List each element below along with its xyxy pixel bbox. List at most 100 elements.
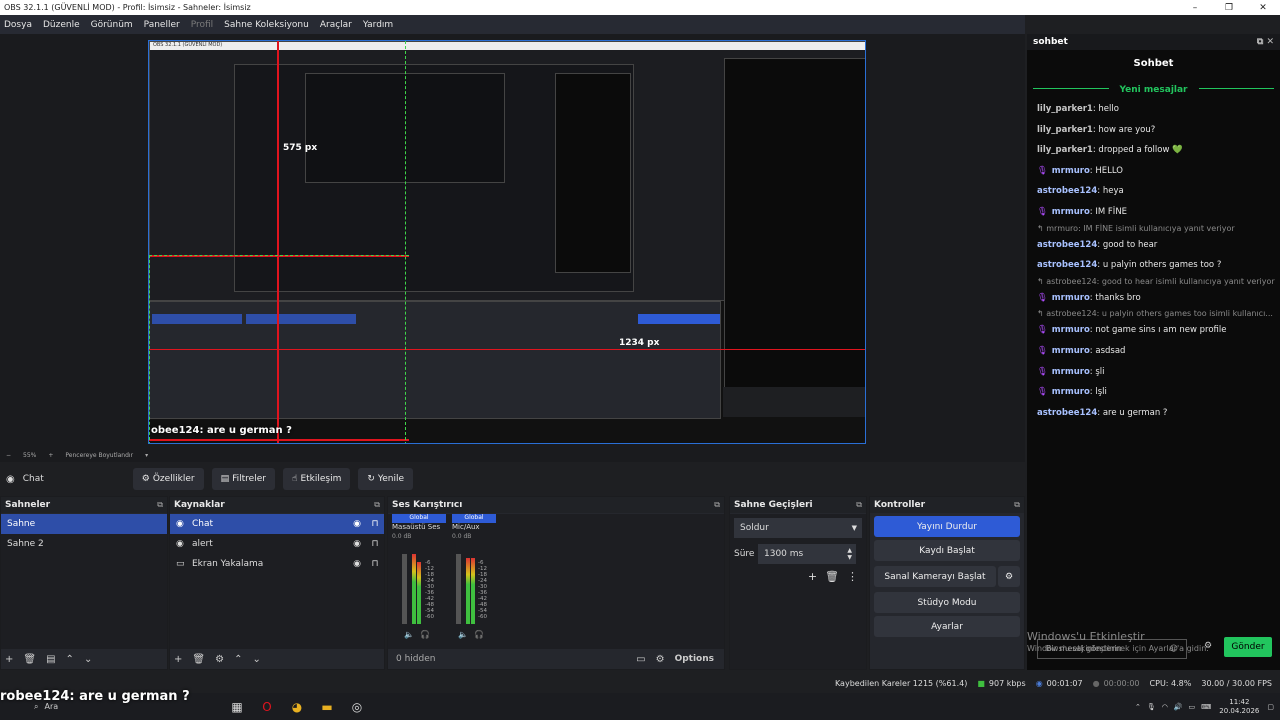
mic-icon[interactable]: 🎙 <box>1147 703 1156 711</box>
duration-input[interactable]: 1300 ms ▲ ▼ <box>758 544 856 564</box>
chevron-up-icon[interactable]: ⌃ <box>1135 703 1141 711</box>
refresh-label: Yenile <box>377 474 405 484</box>
transition-select[interactable]: Soldur ▼ <box>734 518 862 538</box>
calculator-icon[interactable]: ▦ <box>224 697 250 717</box>
settings-button[interactable]: Ayarlar <box>874 616 1020 637</box>
layout-icon[interactable]: ▭ <box>636 654 645 665</box>
close-button[interactable]: ✕ <box>1246 3 1280 13</box>
chat-username[interactable]: mrmuro <box>1052 346 1090 356</box>
gear-icon[interactable]: ⚙ <box>998 566 1020 587</box>
scene-item[interactable]: Sahne 2 <box>1 534 167 554</box>
chat-username[interactable]: mrmuro <box>1052 293 1090 303</box>
stop-stream-button[interactable]: Yayını Durdur <box>874 516 1020 537</box>
menu-scene-collection[interactable]: Sahne Koleksiyonu <box>224 20 309 30</box>
chat-username[interactable]: mrmuro <box>1052 325 1090 335</box>
filter-icon[interactable]: ▤ <box>46 654 55 665</box>
notification-icon[interactable]: ▢ <box>1267 703 1274 711</box>
add-icon[interactable]: + <box>174 654 182 665</box>
start-recording-button[interactable]: Kaydı Başlat <box>874 540 1020 561</box>
lock-icon[interactable]: ⊓ <box>366 559 384 569</box>
trash-icon[interactable]: 🗑 <box>23 654 36 665</box>
chrome-icon[interactable]: ◕ <box>284 697 310 717</box>
options-button[interactable]: Options <box>675 654 714 664</box>
more-icon[interactable]: ⋮ <box>847 570 858 583</box>
menu-help[interactable]: Yardım <box>363 20 393 30</box>
eye-icon[interactable]: ◉ <box>348 519 366 529</box>
zoom-dropdown[interactable]: ▾ <box>145 452 148 459</box>
chevron-down-icon[interactable]: ⌄ <box>252 654 260 665</box>
send-button[interactable]: Gönder <box>1224 637 1272 657</box>
program-preview[interactable]: OBS 32.1.1 (GÜVENLİ MOD) 575 px 1234 px … <box>148 40 866 444</box>
clock[interactable]: 11:42 20.04.2026 <box>1219 698 1259 716</box>
wifi-icon[interactable]: ◠ <box>1162 703 1168 711</box>
chat-username[interactable]: mrmuro <box>1052 166 1090 176</box>
filters-button[interactable]: ▤ Filtreler <box>211 468 275 490</box>
float-icon[interactable]: ⧉ <box>856 500 862 510</box>
chevron-up-icon[interactable]: ⌃ <box>66 654 74 665</box>
speaker-icon[interactable]: 🔈 <box>458 630 468 639</box>
add-icon[interactable]: + <box>808 570 817 583</box>
source-item[interactable]: ▭ Ekran Yakalama ◉ ⊓ <box>170 554 384 574</box>
chat-username[interactable]: astrobee124 <box>1037 260 1097 270</box>
float-icon[interactable]: ⧉ <box>157 500 163 510</box>
chat-username[interactable]: mrmuro <box>1052 207 1090 217</box>
menu-docks[interactable]: Paneller <box>144 20 180 30</box>
fit-to-window-button[interactable]: Pencereye Boyutlandır <box>65 452 133 459</box>
headphones-icon[interactable]: 🎧 <box>420 630 430 639</box>
chat-username[interactable]: astrobee124 <box>1037 240 1097 250</box>
float-icon[interactable]: ⧉ <box>374 500 380 510</box>
duration-value: 1300 ms <box>764 549 804 559</box>
lock-icon[interactable]: ⊓ <box>366 539 384 549</box>
source-item[interactable]: ◉ alert ◉ ⊓ <box>170 534 384 554</box>
studio-mode-button[interactable]: Stüdyo Modu <box>874 592 1020 613</box>
chat-username[interactable]: lily_parker1 <box>1037 145 1093 155</box>
speaker-icon[interactable]: 🔈 <box>404 630 414 639</box>
chat-username[interactable]: astrobee124 <box>1037 408 1097 418</box>
stepper-icon[interactable]: ▲ ▼ <box>847 547 852 561</box>
volume-slider[interactable] <box>456 554 461 624</box>
channel-name[interactable]: Masaüstü Ses <box>392 523 446 531</box>
chat-username[interactable]: mrmuro <box>1052 387 1090 397</box>
battery-icon[interactable]: ▭ <box>1189 703 1196 711</box>
properties-button[interactable]: ⚙ Özellikler <box>132 468 204 490</box>
trash-icon[interactable]: 🗑 <box>192 654 205 665</box>
source-item[interactable]: ◉ Chat ◉ ⊓ <box>170 514 384 534</box>
trash-icon[interactable]: 🗑 <box>825 570 839 583</box>
keyboard-icon[interactable]: ⌨ <box>1201 703 1211 711</box>
chevron-up-icon[interactable]: ⌃ <box>234 654 242 665</box>
chat-username[interactable]: mrmuro <box>1052 367 1090 377</box>
float-icon[interactable]: ⧉ <box>1014 500 1020 510</box>
headphones-icon[interactable]: 🎧 <box>474 630 484 639</box>
virtual-cam-button[interactable]: Sanal Kamerayı Başlat <box>874 566 996 587</box>
channel-name[interactable]: Mic/Aux <box>452 523 496 531</box>
zoom-in-button[interactable]: + <box>48 452 53 459</box>
eye-icon[interactable]: ◉ <box>348 559 366 569</box>
folder-icon[interactable]: ▬ <box>314 697 340 717</box>
minimize-button[interactable]: – <box>1178 3 1212 13</box>
obs-icon[interactable]: ◎ <box>344 697 370 717</box>
menu-view[interactable]: Görünüm <box>91 20 133 30</box>
float-icon[interactable]: ⧉ <box>714 500 720 510</box>
gear-icon[interactable]: ⚙ <box>215 654 224 665</box>
float-icon[interactable]: ⧉ ✕ <box>1257 37 1274 47</box>
volume-slider[interactable] <box>402 554 407 624</box>
maximize-button[interactable]: ❐ <box>1212 3 1246 13</box>
eye-icon[interactable]: ◉ <box>348 539 366 549</box>
chat-text: lşli <box>1095 387 1107 398</box>
menu-file[interactable]: Dosya <box>4 20 32 30</box>
opera-icon[interactable]: O <box>254 697 280 717</box>
chat-username[interactable]: lily_parker1 <box>1037 104 1093 114</box>
gear-icon[interactable]: ⚙ <box>656 654 665 665</box>
chevron-down-icon[interactable]: ⌄ <box>84 654 92 665</box>
scene-item[interactable]: Sahne <box>1 514 167 534</box>
refresh-button[interactable]: ↻ Yenile <box>358 468 414 490</box>
volume-icon[interactable]: 🔊 <box>1174 703 1183 711</box>
zoom-out-button[interactable]: − <box>6 452 11 459</box>
lock-icon[interactable]: ⊓ <box>366 519 384 529</box>
menu-tools[interactable]: Araçlar <box>320 20 352 30</box>
interact-button[interactable]: ☝ Etkileşim <box>282 468 351 490</box>
add-icon[interactable]: + <box>5 654 13 665</box>
menu-edit[interactable]: Düzenle <box>43 20 80 30</box>
chat-username[interactable]: lily_parker1 <box>1037 125 1093 135</box>
chat-username[interactable]: astrobee124 <box>1037 186 1097 196</box>
